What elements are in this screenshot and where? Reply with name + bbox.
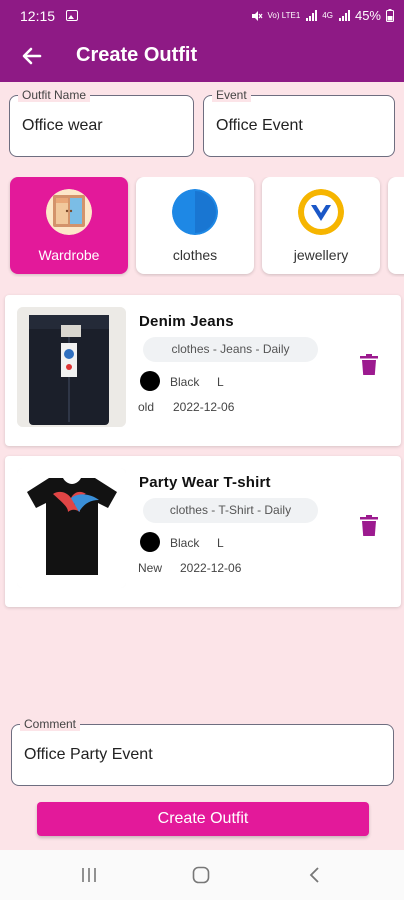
item-name: Denim Jeans: [139, 313, 234, 330]
event-label: Event: [212, 88, 251, 102]
item-condition: old: [138, 400, 155, 414]
outfit-name-label: Outfit Name: [18, 88, 91, 102]
status-time: 12:15: [20, 8, 56, 24]
recent-apps-icon[interactable]: [80, 866, 98, 884]
item-color: Black: [170, 536, 200, 550]
comment-field[interactable]: Comment Office Party Event: [11, 717, 394, 786]
delete-icon[interactable]: [360, 515, 378, 537]
jeans-image: [17, 307, 126, 427]
category-label: clothes: [172, 247, 218, 263]
status-icons: Vo) LTE1 4G 45%: [251, 8, 394, 23]
outfit-name-value: Office wear: [22, 117, 103, 134]
page-title: Create Outfit: [76, 44, 198, 66]
network-type: 4G: [322, 10, 333, 20]
item-date: 2022-12-06: [180, 561, 242, 575]
category-jewellery[interactable]: jewellery: [262, 177, 380, 274]
item-color: Black: [170, 375, 200, 389]
item-tags: clothes - Jeans - Daily: [143, 337, 318, 362]
tshirt-image: [17, 468, 126, 588]
delete-icon[interactable]: [360, 354, 378, 376]
category-clothes[interactable]: clothes: [136, 177, 254, 274]
image-notification-icon: [66, 10, 78, 21]
item-card: Party Wear T-shirt clothes - T-Shirt - D…: [5, 456, 401, 607]
color-swatch: [140, 532, 160, 552]
event-field[interactable]: Event Office Event: [203, 88, 395, 157]
outfit-name-field[interactable]: Outfit Name Office wear: [9, 88, 194, 157]
category-label: jewellery: [293, 247, 349, 263]
item-name: Party Wear T-shirt: [139, 474, 271, 491]
category-label: Wardrobe: [38, 247, 100, 263]
create-outfit-button[interactable]: Create Outfit: [37, 802, 369, 836]
item-date: 2022-12-06: [173, 400, 235, 414]
back-nav-icon[interactable]: [306, 866, 324, 884]
comment-value: Office Party Event: [24, 746, 153, 763]
system-nav-bar: [0, 850, 404, 900]
item-size: L: [217, 375, 224, 389]
item-tags: clothes - T-Shirt - Daily: [143, 498, 318, 523]
category-wardrobe[interactable]: Wardrobe: [10, 177, 128, 274]
color-swatch: [140, 371, 160, 391]
item-size: L: [217, 536, 224, 550]
status-bar: 12:15 Vo) LTE1 4G 45%: [0, 0, 404, 32]
category-more[interactable]: [388, 177, 404, 274]
wardrobe-icon: [46, 189, 92, 235]
network-top: Vo) LTE1: [267, 10, 301, 20]
event-value: Office Event: [216, 117, 303, 134]
item-condition: New: [138, 561, 163, 575]
item-card: Denim Jeans clothes - Jeans - Daily Blac…: [5, 295, 401, 446]
battery-icon: [386, 9, 394, 22]
back-arrow-icon[interactable]: [18, 42, 46, 70]
home-icon[interactable]: [192, 866, 210, 884]
comment-label: Comment: [20, 717, 81, 731]
battery-percent: 45%: [354, 8, 381, 23]
jewellery-icon: [298, 189, 344, 235]
network-indicator: Vo) LTE1: [267, 10, 301, 20]
category-list[interactable]: Wardrobe clothes jewellery: [0, 177, 404, 277]
shirt-icon: [172, 189, 218, 235]
mute-icon: [251, 10, 263, 21]
signal-icon: [306, 9, 318, 21]
signal-icon-2: [338, 9, 350, 21]
app-bar: Create Outfit: [0, 32, 404, 82]
